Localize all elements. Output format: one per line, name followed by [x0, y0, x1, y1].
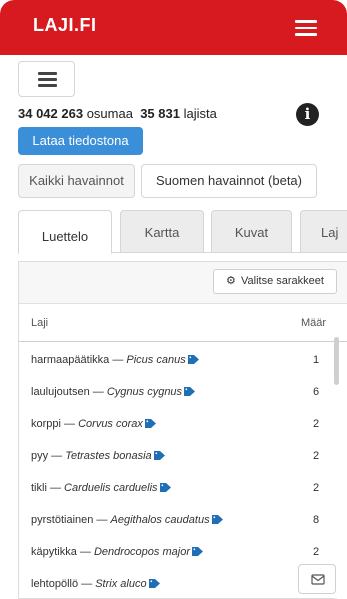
tag-icon: [187, 355, 199, 364]
observation-count-cell: 2: [313, 482, 320, 494]
observation-count: 34 042 263: [18, 106, 84, 121]
tag-icon: [153, 451, 165, 460]
species-name[interactable]: laulujoutsen — Cygnus cygnus: [31, 386, 196, 398]
species-count-label: lajista: [183, 106, 217, 121]
species-list-panel: ⚙ Valitse sarakkeet Laji Määr harmaapäät…: [18, 261, 347, 599]
observation-count-cell: 8: [313, 514, 320, 526]
site-logo[interactable]: LAJI.FI: [33, 15, 97, 36]
common-name: harmaapäätikka: [31, 354, 110, 366]
tab-images[interactable]: Kuvat: [211, 210, 292, 253]
table-row[interactable]: laulujoutsen — Cygnus cygnus 6: [19, 378, 347, 407]
common-name: tikli: [31, 482, 47, 494]
filter-all-observations[interactable]: Kaikki havainnot: [18, 164, 135, 198]
scientific-name: Tetrastes bonasia: [65, 450, 152, 462]
tab-map[interactable]: Kartta: [120, 210, 204, 253]
common-name: lehtopöllö: [31, 578, 79, 590]
species-name[interactable]: tikli — Carduelis carduelis: [31, 482, 171, 494]
name-separator: —: [48, 450, 66, 462]
scientific-name: Carduelis carduelis: [64, 482, 158, 494]
observation-count-label: osumaa: [86, 106, 133, 121]
name-separator: —: [46, 482, 65, 494]
table-row[interactable]: korppi — Corvus corax 2: [19, 410, 347, 439]
name-separator: —: [78, 578, 96, 590]
species-name[interactable]: pyy — Tetrastes bonasia: [31, 450, 165, 462]
common-name: pyy: [31, 450, 49, 462]
name-separator: —: [60, 418, 79, 430]
scientific-name: Cygnus cygnus: [106, 386, 183, 398]
scientific-name: Aegithalos caudatus: [110, 514, 210, 526]
observation-count-cell: 6: [313, 386, 320, 398]
species-name[interactable]: lehtopöllö — Strix aluco: [31, 578, 160, 590]
scrollbar-thumb[interactable]: [334, 337, 339, 385]
select-columns-button[interactable]: ⚙ Valitse sarakkeet: [213, 269, 337, 294]
species-name[interactable]: harmaapäätikka — Picus canus: [31, 354, 199, 366]
hamburger-menu-icon[interactable]: [295, 20, 317, 36]
tag-icon: [211, 515, 223, 524]
observation-count-cell: 1: [313, 354, 320, 366]
species-name[interactable]: käpytikka — Dendrocopos major: [31, 546, 203, 558]
hamburger-menu-icon: [38, 72, 57, 75]
tab-species[interactable]: Laj: [300, 210, 347, 253]
tag-icon: [148, 579, 160, 588]
common-name: korppi: [31, 418, 61, 430]
gear-icon: ⚙: [226, 275, 236, 287]
name-separator: —: [93, 514, 111, 526]
name-separator: —: [76, 546, 94, 558]
table-row[interactable]: pyy — Tetrastes bonasia 2: [19, 442, 347, 471]
select-columns-label: Valitse sarakkeet: [240, 275, 324, 287]
scientific-name: Picus canus: [126, 354, 186, 366]
observation-count-cell: 2: [313, 418, 320, 430]
info-circle-icon[interactable]: i: [296, 103, 319, 126]
tag-icon: [191, 547, 203, 556]
filters-menu-button[interactable]: [18, 61, 75, 97]
scientific-name: Strix aluco: [95, 578, 147, 590]
name-separator: —: [109, 354, 127, 366]
table-row[interactable]: tikli — Carduelis carduelis 2: [19, 474, 347, 503]
species-name[interactable]: korppi — Corvus corax: [31, 418, 156, 430]
scientific-name: Dendrocopos major: [93, 546, 190, 558]
species-count: 35 831: [140, 106, 180, 121]
species-name[interactable]: pyrstötiainen — Aegithalos caudatus: [31, 514, 223, 526]
table-header: Laji Määr: [19, 304, 347, 342]
tab-list[interactable]: Luettelo: [18, 210, 112, 254]
common-name: pyrstötiainen: [31, 514, 94, 526]
scientific-name: Corvus corax: [78, 418, 143, 430]
tag-icon: [144, 419, 156, 428]
observation-count-cell: 2: [313, 546, 320, 558]
column-header-count[interactable]: Määr: [301, 317, 326, 329]
tag-icon: [184, 387, 196, 396]
table-row[interactable]: käpytikka — Dendrocopos major 2: [19, 538, 347, 567]
filter-finnish-observations[interactable]: Suomen havainnot (beta): [141, 164, 317, 198]
common-name: laulujoutsen: [31, 386, 90, 398]
common-name: käpytikka: [31, 546, 77, 558]
table-toolbar: ⚙ Valitse sarakkeet: [19, 262, 347, 304]
tag-icon: [159, 483, 171, 492]
app-screen: LAJI.FI 34 042 263 osumaa 35 831 lajista…: [0, 0, 347, 599]
name-separator: —: [89, 386, 107, 398]
result-summary: 34 042 263 osumaa 35 831 lajista: [18, 106, 217, 121]
feedback-button[interactable]: [298, 564, 336, 594]
top-navbar: LAJI.FI: [0, 0, 347, 55]
observation-count-cell: 2: [313, 450, 320, 462]
download-file-button[interactable]: Lataa tiedostona: [18, 127, 143, 155]
column-header-species[interactable]: Laji: [31, 317, 48, 329]
table-row[interactable]: pyrstötiainen — Aegithalos caudatus 8: [19, 506, 347, 535]
envelope-icon: [311, 574, 325, 585]
table-row[interactable]: harmaapäätikka — Picus canus 1: [19, 346, 347, 375]
